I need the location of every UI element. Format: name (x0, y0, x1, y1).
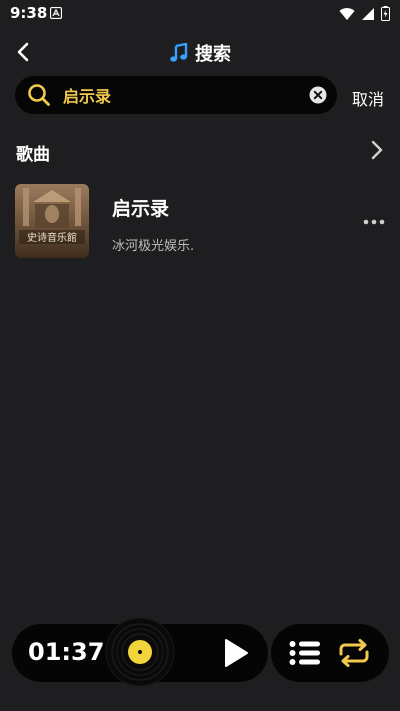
vinyl-disc-icon[interactable] (105, 617, 175, 687)
wifi-icon (339, 7, 355, 20)
status-bar: 9:38 (0, 0, 400, 28)
chevron-right-icon[interactable] (364, 138, 388, 162)
repeat-icon[interactable] (337, 638, 371, 668)
play-button[interactable] (219, 637, 251, 669)
clear-search-button[interactable] (309, 86, 327, 104)
music-note-icon (170, 43, 188, 62)
cancel-button[interactable]: 取消 (352, 86, 384, 110)
search-input[interactable] (63, 84, 303, 106)
notification-app-icon (50, 7, 62, 19)
status-time: 9:38 (10, 4, 48, 22)
playback-time: 01:37 (28, 638, 105, 666)
more-options-icon[interactable] (362, 210, 386, 234)
header-title-group: 搜索 (0, 40, 400, 66)
header: 搜索 (0, 36, 400, 68)
song-list-item[interactable]: 史诗音乐館 启示录 冰河极光娱乐. (0, 180, 400, 264)
playlist-icon[interactable] (289, 639, 321, 667)
cellular-signal-icon (362, 7, 374, 20)
search-icon (28, 84, 50, 106)
battery-charging-icon (381, 6, 390, 21)
album-cover-text: 史诗音乐館 (27, 231, 77, 244)
page-title: 搜索 (195, 44, 231, 65)
section-title-songs: 歌曲 (16, 145, 50, 165)
player-controls (271, 624, 389, 682)
song-artist: 冰河极光娱乐. (112, 239, 195, 254)
song-title: 启示录 (112, 198, 170, 220)
status-icons (339, 6, 390, 21)
mini-player[interactable]: 01:37 (12, 617, 268, 687)
album-cover: 史诗音乐館 (15, 184, 89, 258)
search-bar (15, 76, 337, 114)
